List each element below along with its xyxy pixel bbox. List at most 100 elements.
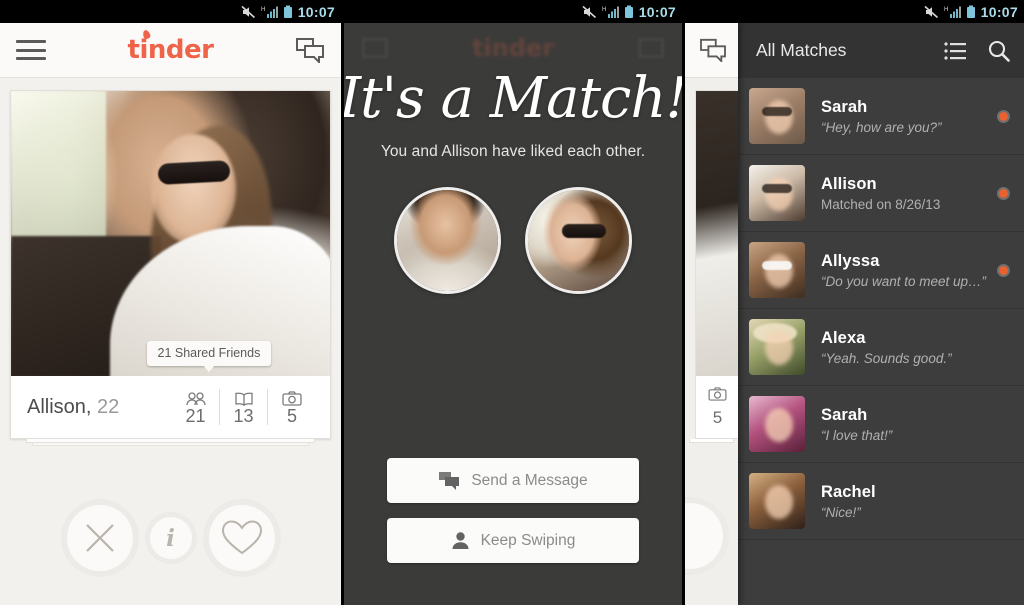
camera-icon [708, 386, 727, 406]
matches-list: Sarah “Hey, how are you?” Allison Matche… [737, 78, 1024, 540]
profile-card[interactable]: 21 Shared Friends Allison, 22 21 13 5 [10, 90, 331, 439]
peek-profile-card: 5 [694, 90, 738, 439]
status-bar: H 10:07 [343, 0, 682, 23]
panel-discovery-card: H 10:07 tinder 21 Shared Friends Allison… [0, 0, 341, 605]
three-phone-screenshots: H 10:07 tinder 21 Shared Friends Allison… [0, 0, 1024, 605]
nope-button[interactable] [60, 499, 139, 577]
profile-name-age: Allison, 22 [27, 396, 119, 419]
photo-layer-window [11, 91, 106, 241]
mute-icon [582, 5, 596, 18]
avatar-photo [396, 190, 498, 291]
avatar [748, 242, 805, 298]
matches-list-container: All Matches Sarah “Hey, how are you?” Al… [737, 23, 1024, 605]
profile-photo: 21 Shared Friends [11, 91, 330, 376]
your-avatar[interactable] [393, 187, 501, 294]
match-text: Alexa “Yeah. Sounds good.” [805, 329, 997, 366]
match-row[interactable]: Sarah “Hey, how are you?” [737, 78, 1024, 155]
match-name: Rachel [820, 482, 876, 501]
hamburger-icon[interactable] [16, 40, 46, 60]
page-title: All Matches [755, 40, 847, 60]
keep-swiping-button[interactable]: Keep Swiping [386, 518, 639, 563]
face-detail [764, 331, 793, 366]
match-action-buttons: Send a Message Keep Swiping [344, 458, 682, 563]
match-row[interactable]: Rachel “Nice!” [737, 463, 1024, 540]
status-time: 10:07 [980, 3, 1018, 20]
match-name: Sarah [820, 97, 868, 116]
battery-icon [624, 5, 633, 18]
app-header: tinder [0, 23, 341, 78]
sunglasses-detail [562, 224, 607, 239]
match-row[interactable]: Allyssa “Do you want to meet up…” [737, 232, 1024, 309]
photo-layer-sunglasses [157, 160, 231, 186]
card-info-bar: Allison, 22 21 13 5 [11, 376, 330, 438]
status-time: 10:07 [638, 3, 676, 20]
match-message: “Yeah. Sounds good.” [820, 350, 952, 366]
peek-profile-photo [695, 91, 738, 376]
battery-icon [283, 5, 292, 18]
glasses-detail [762, 184, 793, 194]
match-row[interactable]: Allison Matched on 8/26/13 [737, 155, 1024, 232]
signal-icon: H [944, 6, 961, 18]
info-button[interactable]: i [144, 512, 197, 564]
match-avatar[interactable] [524, 187, 632, 294]
like-button[interactable] [202, 499, 281, 577]
chat-bubbles-icon[interactable] [295, 37, 325, 63]
button-label: Keep Swiping [480, 531, 576, 549]
peek-app-header [684, 23, 738, 78]
avatar [748, 473, 805, 529]
stat-shared-interests[interactable]: 13 [220, 389, 268, 425]
avatar [748, 396, 805, 452]
info-icon: i [166, 524, 175, 552]
signal-icon: H [602, 6, 619, 18]
status-time: 10:07 [297, 3, 335, 20]
peeking-card-screen[interactable]: 5 [684, 23, 738, 605]
x-icon [85, 524, 114, 552]
match-title: It's a Match! [343, 66, 682, 131]
person-icon [452, 532, 469, 549]
svg-text:H: H [602, 7, 606, 13]
face-detail [764, 100, 793, 135]
chat-bubbles-icon[interactable] [699, 38, 727, 62]
match-text: Sarah “Hey, how are you?” [805, 98, 997, 135]
chat-bubbles-icon [439, 472, 460, 490]
avatar [748, 88, 805, 144]
stat-photos[interactable]: 5 [268, 389, 316, 425]
profile-name: Allison, [27, 395, 92, 418]
match-message: “Hey, how are you?” [820, 119, 942, 135]
match-name: Allison [820, 174, 877, 193]
svg-text:H: H [944, 7, 948, 13]
battery-icon [966, 5, 975, 18]
match-name: Allyssa [820, 251, 880, 270]
unread-dot [996, 263, 1010, 277]
profile-stats: 21 13 5 [172, 384, 316, 430]
search-icon[interactable] [988, 40, 1010, 62]
signal-icon: H [261, 6, 278, 18]
match-text: Allyssa “Do you want to meet up…” [805, 252, 997, 289]
panel-all-matches: H 10:07 5 All Matches Sarah “Hey, how ar… [684, 0, 1024, 605]
glasses-detail [762, 107, 793, 117]
unread-dot [996, 109, 1010, 123]
peek-photo-count: 5 [712, 407, 723, 427]
match-row[interactable]: Alexa “Yeah. Sounds good.” [737, 309, 1024, 386]
shared-friends-badge[interactable]: 21 Shared Friends [146, 341, 272, 372]
send-a-message-button[interactable]: Send a Message [386, 458, 639, 503]
match-message: “I love that!” [820, 427, 893, 443]
logo-text: tinder [127, 35, 214, 65]
match-text: Sarah “I love that!” [805, 406, 997, 443]
friends-icon [185, 389, 206, 406]
match-avatars [393, 187, 632, 294]
match-message: “Nice!” [820, 504, 861, 520]
stat-value: 5 [286, 406, 297, 426]
button-label: Send a Message [471, 471, 588, 489]
list-icon[interactable] [944, 41, 966, 60]
stat-value: 13 [233, 406, 254, 426]
match-message: “Do you want to meet up…” [820, 273, 987, 289]
unread-dot [996, 186, 1010, 200]
match-name: Sarah [820, 405, 868, 424]
stat-shared-friends[interactable]: 21 [172, 389, 220, 425]
stat-value: 21 [185, 406, 206, 426]
peek-nope-button[interactable] [684, 497, 729, 575]
match-row[interactable]: Sarah “I love that!” [737, 386, 1024, 463]
profile-age: 22 [97, 395, 120, 418]
face-detail [764, 408, 793, 443]
